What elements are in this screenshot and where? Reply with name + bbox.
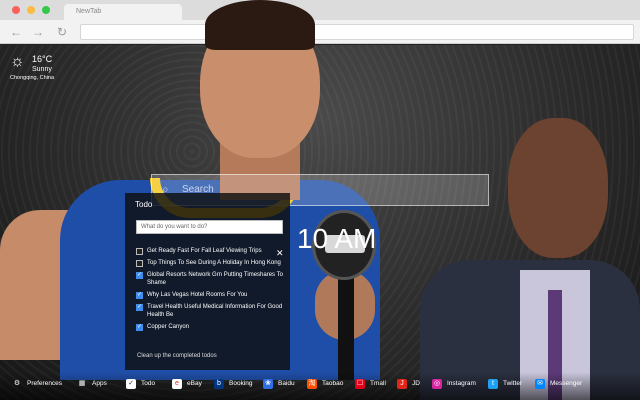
- reload-icon[interactable]: ↻: [54, 24, 70, 40]
- todo-checkbox[interactable]: [136, 303, 143, 311]
- booking-label: Booking: [229, 380, 253, 387]
- taobao-icon: 淘: [307, 379, 317, 389]
- twitter-button[interactable]: t Twitter: [488, 379, 522, 389]
- maximize-window-button[interactable]: [42, 6, 50, 14]
- todo-panel: Todo What do you want to do? Get Ready F…: [125, 193, 290, 370]
- baidu-icon: ❀: [263, 379, 273, 389]
- todo-item[interactable]: Get Ready Fast For Fall Leaf Viewing Tri…: [136, 247, 286, 255]
- baidu-button[interactable]: ❀ Baidu: [263, 379, 295, 389]
- todo-item[interactable]: Global Resorts Network Grn Putting Times…: [136, 271, 286, 287]
- weather-condition: Sunny: [32, 66, 52, 73]
- todo-checkbox[interactable]: [136, 271, 143, 279]
- todo-item[interactable]: Copper Canyon: [136, 323, 286, 331]
- clean-completed-link[interactable]: Clean up the completed todos: [137, 353, 217, 359]
- tab-newtab[interactable]: NewTab: [64, 4, 182, 20]
- taobao-label: Taobao: [322, 380, 344, 387]
- apps-label: Apps: [92, 380, 107, 387]
- weather-temperature: 16°C: [32, 54, 53, 64]
- messenger-label: Messenger: [550, 380, 583, 387]
- baidu-label: Baidu: [278, 380, 295, 387]
- sun-icon: ☼: [10, 53, 25, 70]
- tmall-icon: ☐: [355, 379, 365, 389]
- ebay-icon: e: [172, 379, 182, 389]
- microphone-handle: [338, 270, 354, 380]
- forward-arrow-icon[interactable]: →: [30, 24, 46, 40]
- todo-checkbox[interactable]: [136, 291, 143, 299]
- ebay-label: eBay: [187, 380, 202, 387]
- todo-item[interactable]: Travel Health Useful Medical Information…: [136, 303, 286, 319]
- instagram-button[interactable]: ◎ Instagram: [432, 379, 476, 389]
- todo-item[interactable]: Top Things To See During A Holiday In Ho…: [136, 259, 286, 267]
- todo-label: Todo: [141, 380, 156, 387]
- browser-toolbar: ← → ↻: [0, 20, 640, 44]
- gear-icon: ⚙: [13, 380, 21, 387]
- grid-icon: ▦: [78, 380, 86, 387]
- todo-title: Todo: [135, 200, 153, 209]
- address-bar[interactable]: [80, 24, 634, 40]
- messenger-icon: ✉: [535, 379, 545, 389]
- instagram-label: Instagram: [447, 380, 476, 387]
- window-titlebar: NewTab: [0, 0, 640, 20]
- tmall-label: Tmall: [370, 380, 386, 387]
- todo-item-label: Global Resorts Network Grn Putting Times…: [147, 272, 283, 286]
- clock-time: 10 AM: [297, 223, 377, 254]
- ebay-button[interactable]: e eBay: [172, 379, 202, 389]
- back-arrow-icon[interactable]: ←: [8, 24, 24, 40]
- booking-icon: b: [214, 379, 224, 389]
- player-hair: [205, 0, 315, 50]
- preferences-button[interactable]: ⚙ Preferences: [12, 379, 62, 389]
- tmall-button[interactable]: ☐ Tmall: [355, 379, 386, 389]
- todo-list: Get Ready Fast For Fall Leaf Viewing Tri…: [136, 247, 286, 335]
- twitter-label: Twitter: [503, 380, 523, 387]
- todo-item-label: Travel Health Useful Medical Information…: [147, 304, 283, 318]
- instagram-icon: ◎: [432, 379, 442, 389]
- todo-item-label: Top Things To See During A Holiday In Ho…: [147, 260, 281, 266]
- jd-icon: J: [397, 379, 407, 389]
- todo-input[interactable]: What do you want to do?: [136, 220, 283, 234]
- tab-title: NewTab: [76, 8, 102, 15]
- twitter-icon: t: [488, 379, 498, 389]
- todo-item-label: Why Las Vegas Hotel Rooms For You: [147, 292, 248, 298]
- todo-item-label: Get Ready Fast For Fall Leaf Viewing Tri…: [147, 248, 262, 254]
- reporter-head: [508, 118, 608, 258]
- close-window-button[interactable]: [12, 6, 20, 14]
- todo-checkbox[interactable]: [136, 323, 143, 331]
- todo-item[interactable]: Why Las Vegas Hotel Rooms For You: [136, 291, 286, 299]
- booking-button[interactable]: b Booking: [214, 379, 253, 389]
- preferences-label: Preferences: [27, 380, 63, 387]
- close-icon[interactable]: ✕: [276, 248, 284, 259]
- minimize-window-button[interactable]: [27, 6, 35, 14]
- todo-checkbox[interactable]: [136, 259, 143, 267]
- check-icon: ✓: [126, 379, 136, 389]
- jd-button[interactable]: J JD: [397, 379, 420, 389]
- messenger-button[interactable]: ✉ Messenger: [535, 379, 582, 389]
- todo-item-label: Copper Canyon: [147, 324, 190, 330]
- apps-button[interactable]: ▦ Apps: [77, 379, 107, 389]
- taobao-button[interactable]: 淘 Taobao: [307, 379, 343, 389]
- weather-location: Chongqing, China: [10, 75, 55, 81]
- jd-label: JD: [412, 380, 420, 387]
- todo-button[interactable]: ✓ Todo: [126, 379, 155, 389]
- todo-checkbox[interactable]: [136, 247, 143, 255]
